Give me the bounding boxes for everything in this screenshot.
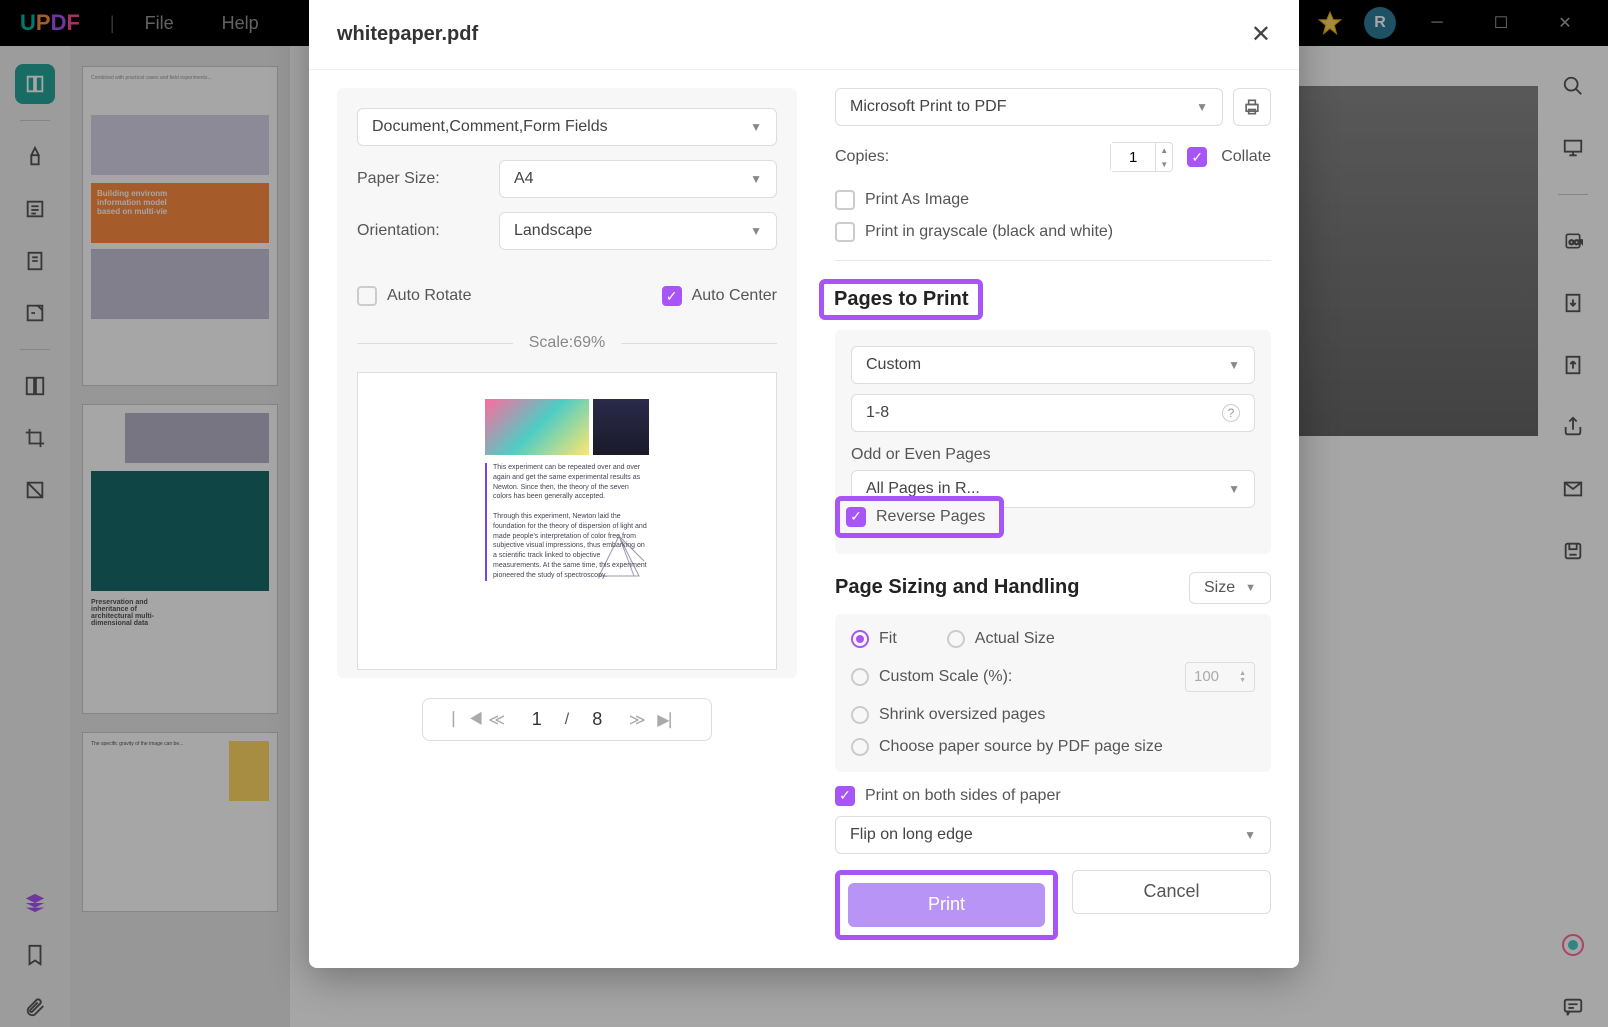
- printer-select[interactable]: Microsoft Print to PDF▼: [835, 88, 1223, 126]
- shrink-label: Shrink oversized pages: [879, 706, 1045, 724]
- auto-rotate-label: Auto Rotate: [387, 287, 472, 305]
- first-page-icon[interactable]: ⎸◀: [453, 711, 477, 729]
- copies-spinner[interactable]: ▲▼: [1110, 142, 1173, 172]
- last-page-icon[interactable]: ▶⎸: [657, 710, 681, 730]
- sizing-section-title: Page Sizing and Handling: [835, 576, 1079, 599]
- flip-select[interactable]: Flip on long edge▼: [835, 816, 1271, 854]
- reverse-label: Reverse Pages: [876, 508, 985, 526]
- content-select[interactable]: Document,Comment,Form Fields▼: [357, 108, 777, 146]
- choose-source-label: Choose paper source by PDF page size: [879, 738, 1163, 756]
- copies-down-icon[interactable]: ▼: [1156, 157, 1172, 171]
- cancel-button[interactable]: Cancel: [1072, 870, 1271, 914]
- collate-checkbox[interactable]: ✓: [1187, 147, 1207, 167]
- print-image-checkbox[interactable]: [835, 190, 855, 210]
- prev-page-icon[interactable]: ≪: [485, 710, 509, 730]
- paper-size-select[interactable]: A4▼: [499, 160, 777, 198]
- fit-radio[interactable]: [851, 630, 869, 648]
- auto-center-checkbox[interactable]: ✓: [662, 286, 682, 306]
- preview-pager: ⎸◀ ≪ 1 / 8 ≫ ▶⎸: [422, 698, 712, 741]
- scale-text: Scale:69%: [529, 334, 606, 352]
- sizing-mode-select[interactable]: Size▼: [1189, 572, 1271, 604]
- orientation-select[interactable]: Landscape▼: [499, 212, 777, 250]
- actual-size-radio[interactable]: [947, 630, 965, 648]
- duplex-label: Print on both sides of paper: [865, 787, 1061, 805]
- collate-label: Collate: [1221, 148, 1271, 166]
- modal-overlay: whitepaper.pdf ✕ Document,Comment,Form F…: [0, 0, 1608, 1027]
- copies-input[interactable]: [1111, 143, 1155, 171]
- custom-scale-label: Custom Scale (%):: [879, 668, 1012, 686]
- close-icon[interactable]: ✕: [1251, 20, 1271, 49]
- total-pages: 8: [577, 709, 617, 730]
- choose-source-radio[interactable]: [851, 738, 869, 756]
- current-page[interactable]: 1: [517, 709, 557, 730]
- fit-label: Fit: [879, 630, 897, 648]
- next-page-icon[interactable]: ≫: [625, 710, 649, 730]
- orientation-label: Orientation:: [357, 222, 487, 240]
- copies-label: Copies:: [835, 148, 889, 166]
- paper-size-label: Paper Size:: [357, 170, 487, 188]
- pages-section-highlight: Pages to Print: [819, 279, 983, 320]
- duplex-checkbox[interactable]: ✓: [835, 786, 855, 806]
- pages-range-input[interactable]: 1-8 ?: [851, 394, 1255, 432]
- actual-size-label: Actual Size: [975, 630, 1055, 648]
- pages-mode-select[interactable]: Custom▼: [851, 346, 1255, 384]
- odd-even-label: Odd or Even Pages: [851, 446, 1255, 464]
- custom-scale-input[interactable]: 100▲▼: [1185, 662, 1255, 692]
- print-dialog: whitepaper.pdf ✕ Document,Comment,Form F…: [309, 0, 1299, 968]
- pages-section-title: Pages to Print: [834, 288, 968, 310]
- copies-up-icon[interactable]: ▲: [1156, 143, 1172, 157]
- dialog-title: whitepaper.pdf: [337, 23, 478, 46]
- printer-properties-icon[interactable]: [1233, 88, 1271, 126]
- shrink-radio[interactable]: [851, 706, 869, 724]
- custom-scale-radio[interactable]: [851, 668, 869, 686]
- reverse-highlight: ✓ Reverse Pages: [835, 496, 1004, 538]
- auto-center-label: Auto Center: [692, 287, 777, 305]
- grayscale-checkbox[interactable]: [835, 222, 855, 242]
- reverse-checkbox[interactable]: ✓: [846, 507, 866, 527]
- print-preview: This experiment can be repeated over and…: [357, 372, 777, 670]
- help-icon[interactable]: ?: [1222, 404, 1240, 422]
- print-button[interactable]: Print: [848, 883, 1045, 927]
- grayscale-label: Print in grayscale (black and white): [865, 223, 1113, 241]
- print-image-label: Print As Image: [865, 191, 969, 209]
- print-button-highlight: Print: [835, 870, 1058, 940]
- auto-rotate-checkbox[interactable]: [357, 286, 377, 306]
